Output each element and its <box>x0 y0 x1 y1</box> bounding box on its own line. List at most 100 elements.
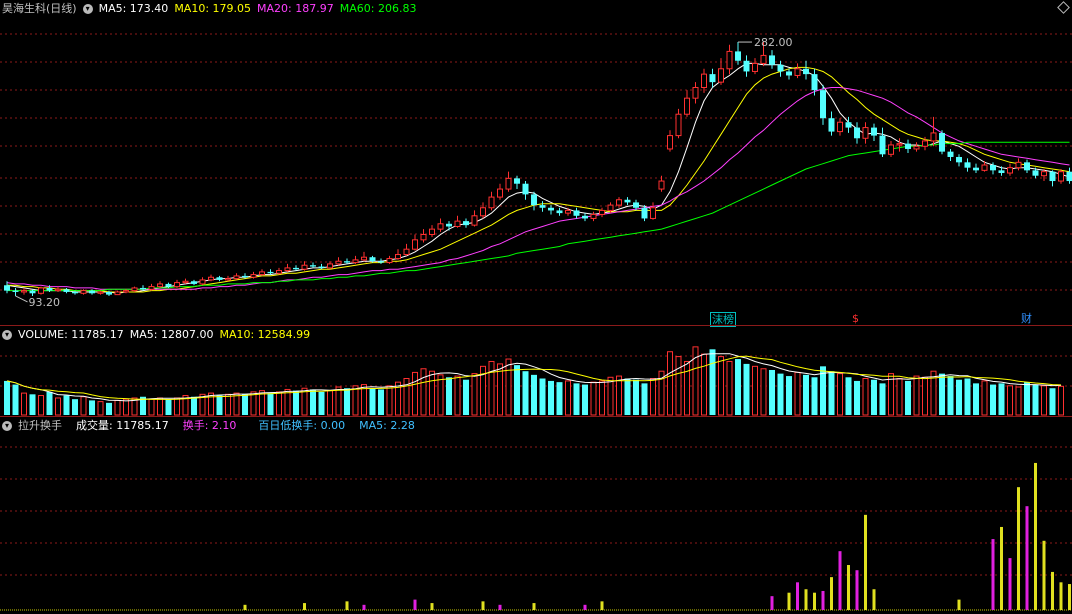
event-marker-finance[interactable]: 财 <box>1020 312 1033 325</box>
volume-bar <box>786 376 792 415</box>
candle-body <box>820 90 826 119</box>
volume-chart[interactable] <box>0 326 1072 416</box>
candle-body <box>361 256 367 261</box>
turnover-chart[interactable] <box>0 417 1072 614</box>
turnover-bar <box>481 601 485 610</box>
candle-body <box>522 183 529 195</box>
ma-line-ma60 <box>7 141 1070 292</box>
turnover-bar <box>847 565 850 610</box>
candle-body <box>845 122 852 128</box>
candle-body <box>471 215 478 226</box>
candle-body <box>607 204 614 211</box>
candle-body <box>352 259 359 264</box>
candle-body <box>837 121 843 133</box>
candle-body <box>318 266 325 268</box>
candle-body <box>573 210 580 216</box>
event-marker-dollar[interactable]: $ <box>851 312 860 325</box>
volume-bar <box>760 368 767 416</box>
candle-body <box>871 127 877 136</box>
candle-body <box>905 143 911 149</box>
turnover-pane[interactable]: ▾ 拉升换手 成交量: 11785.17 换手: 2.10 百日低换手: 0.00 MA5… <box>0 417 1072 614</box>
candle-body <box>514 178 520 184</box>
volume-bar <box>811 377 818 415</box>
candle-body <box>1007 167 1013 174</box>
candle-body <box>89 290 95 294</box>
volume-bar <box>735 359 741 415</box>
volume-bar <box>165 399 172 415</box>
turnover-bar <box>830 577 833 610</box>
volume-bar <box>114 399 121 416</box>
candle-body <box>267 271 274 274</box>
volume-bar <box>123 398 129 416</box>
volume-bar <box>599 380 605 416</box>
turnover-bar <box>796 582 799 610</box>
candle-body <box>327 263 333 269</box>
candle-body <box>777 64 784 72</box>
volume-bar <box>488 360 495 416</box>
volume-bar <box>981 380 988 416</box>
candle-body <box>463 221 469 226</box>
turnover-bar <box>1051 571 1054 610</box>
candle-body <box>956 156 962 163</box>
volume-bar <box>148 398 155 416</box>
candle-body <box>4 285 10 291</box>
volume-bar <box>335 386 342 416</box>
candle-body <box>412 239 418 250</box>
turnover-bar <box>770 596 774 610</box>
candle-body <box>63 289 70 292</box>
volume-bar <box>1007 385 1013 416</box>
candle-body <box>97 291 104 294</box>
volume-bar <box>386 385 393 416</box>
volume-bar <box>38 395 44 416</box>
volume-bar <box>446 377 452 415</box>
turnover-bar <box>787 592 791 610</box>
volume-bar <box>998 383 1005 415</box>
volume-bar <box>378 389 384 415</box>
candle-body <box>786 71 792 76</box>
turnover-bar <box>864 514 867 610</box>
candle-body <box>386 258 393 264</box>
candle-body <box>675 113 682 137</box>
volume-bar <box>437 374 444 416</box>
candle-body <box>310 265 316 267</box>
candle-body <box>752 62 758 72</box>
candle-body <box>233 275 240 280</box>
volume-bar <box>939 373 945 415</box>
candle-body <box>862 127 869 139</box>
volume-bar <box>225 393 231 416</box>
candle-body <box>437 223 444 230</box>
volume-bar <box>420 368 427 416</box>
volume-bar <box>1024 382 1030 415</box>
volume-bar <box>276 391 282 416</box>
volume-bar <box>97 401 104 416</box>
candle-body <box>12 290 19 292</box>
candle-body <box>879 135 886 155</box>
candle-body <box>191 281 197 284</box>
candle-body <box>1015 161 1022 169</box>
candle-body <box>939 132 945 152</box>
volume-bar <box>624 378 631 415</box>
volume-bar <box>990 384 996 415</box>
volume-bar <box>174 397 180 416</box>
volume-bar <box>531 374 537 415</box>
volume-bar <box>896 378 903 416</box>
volume-bar <box>327 390 333 416</box>
candle-body <box>259 271 265 276</box>
candle-body <box>964 162 971 168</box>
volume-bar <box>369 388 376 415</box>
candle-body <box>454 220 461 227</box>
price-pane[interactable]: 昊海生科(日线) ▾ MA5: 173.40 MA10: 179.05 MA20: 18… <box>0 0 1072 327</box>
volume-bar <box>242 394 248 415</box>
candle-body <box>131 287 138 292</box>
candle-body <box>556 210 563 214</box>
volume-bar <box>471 373 478 416</box>
volume-bar <box>80 396 87 416</box>
volume-pane[interactable]: ▾ VOLUME: 11785.17 MA5: 12807.00 MA10: 1258… <box>0 326 1072 416</box>
candle-body <box>480 207 486 217</box>
price-chart[interactable]: 282.00 93.20 <box>0 0 1072 325</box>
candle-body <box>242 275 248 278</box>
turnover-bar <box>1000 526 1003 610</box>
volume-bar <box>46 391 53 415</box>
turnover-bar <box>1017 487 1020 610</box>
volume-bar <box>55 397 61 416</box>
